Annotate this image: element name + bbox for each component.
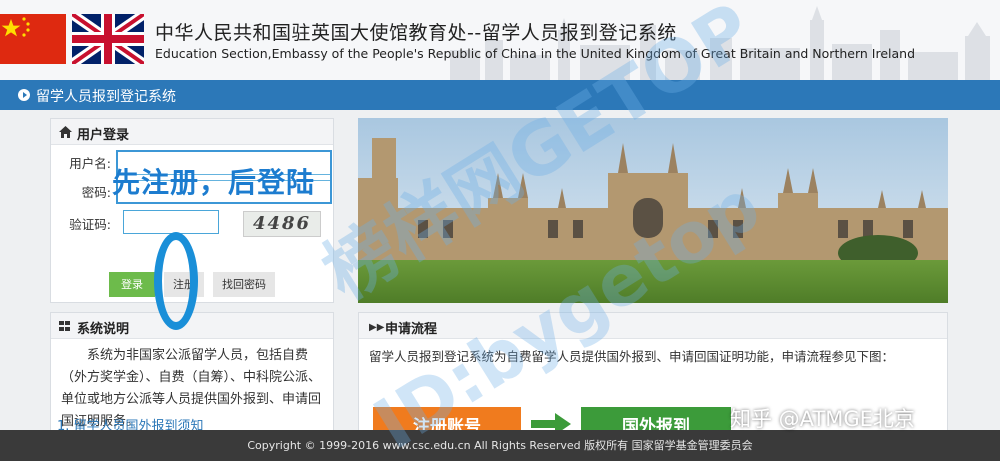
site-title: 中华人民共和国驻英国大使馆教育处--留学人员报到登记系统: [155, 22, 677, 44]
double-arrow-icon: ▶▶: [369, 322, 385, 333]
process-title: 申请流程: [385, 322, 438, 337]
login-title: 用户登录: [77, 128, 130, 143]
site-header: 中华人民共和国驻英国大使馆教育处--留学人员报到登记系统 Education S…: [0, 0, 1000, 80]
system-info-header: 系统说明: [51, 313, 333, 339]
annotation-circle: [154, 232, 198, 330]
forgot-password-button[interactable]: 找回密码: [213, 272, 275, 297]
system-info-title: 系统说明: [77, 322, 130, 337]
zhihu-watermark: 知乎 @ATMGE北京: [730, 407, 915, 431]
captcha-label: 验证码:: [69, 217, 111, 232]
process-header: ▶▶ 申请流程: [359, 313, 947, 339]
step-overseas-report[interactable]: 国外报到: [581, 407, 731, 431]
footer: Copyright © 1999-2016 www.csc.edu.cn All…: [0, 430, 1000, 461]
system-info-panel: 系统说明 系统为非国家公派留学人员，包括自费（外方奖学金）、自费（自筹）、中科院…: [50, 312, 334, 432]
china-flag: [0, 14, 66, 64]
home-icon: [59, 126, 72, 138]
site-subtitle: Education Section,Embassy of the People'…: [155, 46, 916, 61]
uk-flag: [69, 9, 147, 69]
play-circle-icon: [18, 89, 30, 101]
annotation-text: 先注册，后登陆: [112, 166, 316, 199]
windows-icon: [59, 321, 71, 332]
login-button[interactable]: 登录: [109, 272, 155, 297]
nav-title[interactable]: 留学人员报到登记系统: [36, 86, 176, 106]
password-label: 密码:: [81, 185, 111, 200]
captcha-input[interactable]: [123, 210, 219, 234]
login-panel-header: 用户登录: [51, 119, 333, 145]
username-label: 用户名:: [69, 156, 111, 171]
